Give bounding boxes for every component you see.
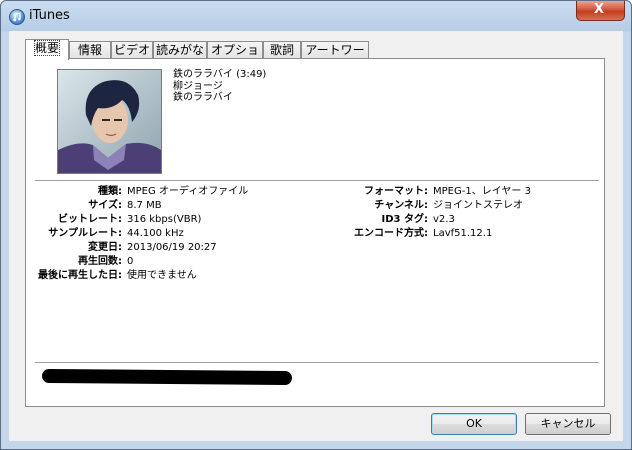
detail-label: ビットレート:: [58, 214, 122, 225]
detail-value: 8.7 MB: [127, 200, 162, 211]
detail-label: サイズ:: [88, 200, 122, 211]
detail-label: サンプルレート:: [48, 228, 122, 239]
track-album: 鉄のララバイ: [173, 92, 233, 103]
tab-label: ビデオ: [113, 43, 150, 57]
detail-label: 再生回数:: [78, 256, 122, 267]
detail-value: v2.3: [433, 214, 455, 225]
tab-options[interactable]: オプション: [207, 41, 263, 74]
close-icon: X: [594, 2, 605, 17]
tab-label: 情報: [77, 43, 102, 57]
detail-value: Lavf51.12.1: [433, 228, 493, 239]
detail-value: MPEG オーディオファイル: [127, 186, 249, 197]
track-artist: 柳ジョージ: [173, 80, 223, 92]
tab-label: 概要: [33, 40, 61, 56]
tab-info[interactable]: 情報: [69, 41, 111, 59]
detail-value: ジョイントステレオ: [433, 200, 523, 211]
summary-panel: 鉄のララバイ (3:49) 柳ジョージ 鉄のララバイ 種類: MPEG オーディ…: [25, 58, 605, 407]
detail-label: エンコード方式:: [354, 228, 428, 239]
redacted-file-path: [41, 368, 293, 386]
title-bar[interactable]: iTunes X: [1, 1, 631, 31]
itunes-app-icon: [9, 9, 25, 25]
window-title: iTunes: [29, 8, 70, 23]
track-summary: 鉄のララバイ (3:49) 柳ジョージ 鉄のララバイ: [173, 69, 266, 104]
detail-label: 変更日:: [88, 242, 122, 253]
detail-label: チャンネル:: [374, 200, 428, 211]
close-button[interactable]: X: [576, 1, 625, 21]
detail-value: 44.100 kHz: [127, 228, 184, 239]
detail-value: 316 kbps(VBR): [127, 214, 202, 225]
separator-bottom: [35, 362, 599, 363]
tab-label: 読みがな: [155, 43, 204, 57]
detail-label: 最後に再生した日:: [38, 270, 122, 281]
itunes-info-window: iTunes X 概要 情報 ビデオ 読みがな オプション 歌詞 アートワーク: [0, 0, 632, 450]
tab-artwork[interactable]: アートワーク: [301, 41, 369, 74]
detail-value: 0: [127, 256, 134, 267]
separator-top: [35, 180, 599, 181]
tab-reading[interactable]: 読みがな: [153, 41, 207, 59]
cancel-button[interactable]: キャンセル: [525, 413, 611, 435]
tab-video[interactable]: ビデオ: [111, 41, 153, 59]
detail-value: 使用できません: [127, 270, 197, 281]
detail-label: ID3 タグ:: [381, 214, 428, 225]
dialog-client-area: 概要 情報 ビデオ 読みがな オプション 歌詞 アートワーク: [9, 31, 623, 441]
detail-label: 種類:: [98, 186, 122, 197]
tab-summary[interactable]: 概要: [25, 39, 69, 60]
ok-button[interactable]: OK: [431, 413, 517, 435]
tab-lyrics[interactable]: 歌詞: [263, 41, 301, 59]
detail-value: 2013/06/19 20:27: [127, 242, 217, 253]
tab-label: 歌詞: [269, 43, 294, 57]
detail-value: MPEG-1、レイヤー 3: [433, 186, 531, 197]
album-artwork: [57, 69, 162, 174]
track-title-duration: 鉄のララバイ (3:49): [173, 69, 267, 80]
detail-label: フォーマット:: [364, 186, 428, 197]
